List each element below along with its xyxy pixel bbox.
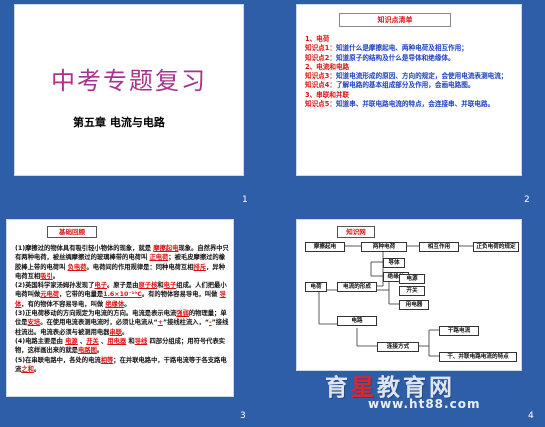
review-text: ”接线柱流入，“ [162,319,210,327]
slide-1-title: 中考专题复习 [51,67,207,95]
review-paragraph: (5)在串联电路中，各处的电流相等；在并联电路中，干路电流等于各支路电流之和。 [15,356,229,375]
review-paragraph: (3)正电荷移动的方向规定为电流的方向。电流是表示电流强弱的物理量；单位是安培。… [15,309,229,337]
review-text: 。在使用电流表测电流时，必须让电流从“ [40,319,158,327]
answer-blank: 1.6×10⁻¹⁹C [103,291,142,299]
knowledge-point-label: 知识点3： [305,72,336,81]
review-text: 和 [126,337,135,345]
answer-blank: 导线 [134,337,148,345]
knowledge-point-label: 知识点1： [305,44,336,53]
section-heading: 3、串联和并联 [305,90,350,99]
review-paragraph: (2)英国科学家汤姆孙发现了电子。原子是由原子核和电子组成。人们把最小电荷叫做元… [15,281,229,309]
answer-blank: 摩擦起电 [153,245,179,252]
knowledge-line: 知识点4：了解电路的基本组成部分及作用，会画电路图。 [305,81,517,90]
node-power: 电源 [399,274,425,284]
node-conductor: 导体 [383,258,405,268]
answer-blank: 强弱 [176,310,189,318]
review-text: 。有的物体容易导电，叫做 [141,291,220,299]
node-method: 连接方式 [377,342,419,352]
knowledge-point-label: 知识点2： [305,53,336,62]
section-heading: 1、电荷 [305,35,330,43]
review-text: ，它带的电量是 [59,291,104,299]
knowledge-line: 知识点1：知道什么是摩擦起电、两种电荷及相互作用； [305,44,517,53]
answer-blank: 电子 [94,282,107,290]
slide-1-canvas: 中考专题复习 第五章 电流与电路 [14,4,244,176]
answer-blank: 安培 [27,319,41,327]
knowledge-point-text: 知道原子的结构及什么是导体和绝缘体。 [335,53,455,62]
review-text: 。电荷间的作用规律是：同种电荷互相 [86,263,194,271]
node-charge: 电荷 [305,282,327,292]
answer-blank: 原子核 [138,282,158,290]
answer-blank: 正电荷 [149,254,169,262]
answer-blank: 元电荷 [40,291,60,299]
slide-number-4: 4 [528,411,534,421]
slide-3-canvas: 基础回顾 (1)摩擦过的物体具有吸引轻小物体的现象，就是 摩擦起电现象。自然界中… [6,219,234,397]
answer-blank: 电路图 [77,347,97,355]
answer-blank: 相等 [100,356,114,364]
review-text: 。 [124,300,131,308]
review-text: (2)英国科学家汤姆孙发现了 [15,282,95,290]
node-interaction: 相互作用 [419,242,459,252]
section-heading: 2、电流和电路 [305,62,350,71]
node-appliance: 用电器 [399,300,429,310]
review-text: 。原子是由 [107,282,139,290]
review-paragraph: (4)电路主要是由 电源 、开关 、用电器 和导线 四部分组成；用符号代表实物，… [15,337,229,356]
node-current-formation: 电流的形成 [337,282,377,292]
slide-3-tag: 基础回顾 [47,226,97,238]
slide-1-subtitle: 第五章 电流与电路 [73,116,165,129]
node-circuit: 电路 [337,316,377,326]
node-series-current: 干路电流 [439,326,479,336]
review-text: 、 [77,337,87,345]
knowledge-point-label: 知识点5： [305,100,336,109]
answer-blank: 负电荷 [67,263,87,271]
answer-blank: 绝缘体 [105,300,125,308]
node-friction: 摩擦起电 [305,242,345,252]
slide-number-3: 3 [240,411,246,421]
answer-blank: 电源 [65,337,78,345]
answer-blank: 排斥 [193,263,207,271]
node-switch: 开关 [399,286,425,296]
slide-number-2: 2 [524,195,530,205]
review-text: 。 [96,347,104,355]
knowledge-list: 1、电荷 知识点1：知道什么是摩擦起电、两种电荷及相互作用； 知识点2：知道原子的结… [305,35,517,109]
answer-blank: 用电器 [107,337,127,345]
answer-blank: 开关 [86,337,99,345]
node-parallel-current: 干、并联电路电流的特点 [439,352,517,362]
knowledge-line: 1、电荷 [305,35,517,44]
review-text: (4)电路主要是由 [15,337,66,345]
node-positive-negative: 正负电荷的规定 [473,242,519,252]
review-text: (5)在串联电路中，各处的电流 [15,356,101,364]
review-text: 。 [33,365,41,373]
answer-blank: 电子 [163,282,177,290]
slide-4-canvas: 知识网 摩擦起电 两种电荷 相互作用 正负电荷的规定 导体 电荷 绝缘体 电流的… [296,219,522,371]
watermark-brand-a: 育 [325,375,351,401]
review-paragraph: (1)摩擦过的物体具有吸引轻小物体的现象，就是 摩擦起电现象。自然界中只有两种电… [15,244,229,281]
slide-2-canvas: 知识点清单 1、电荷 知识点1：知道什么是摩擦起电、两种电荷及相互作用； 知识点2：… [296,4,522,176]
knowledge-point-text: 知道电流形成的原因、方向的规定，会使用电流表测电流； [335,72,508,81]
review-text: ，有的物体不容易导电，叫做 [21,300,106,308]
slide-2-header: 知识点清单 [339,13,451,27]
review-text: 。 [122,328,129,336]
review-text: (3)正电荷移动的方向规定为电流的方向。电流是表示电流 [15,310,177,318]
review-text: (1)摩擦过的物体具有吸引轻小物体的现象，就是 [15,245,154,252]
site-watermark-url: www.ht88.com [368,397,481,411]
knowledge-point-text: 了解电路的基本组成部分及作用，会画电路图。 [335,81,475,90]
node-two-charges: 两种电荷 [361,242,407,252]
knowledge-point-text: 知道什么是摩擦起电、两种电荷及相互作用； [335,44,468,53]
knowledge-line: 知识点2：知道原子的结构及什么是导体和绝缘体。 [305,54,517,63]
knowledge-point-text: 知道串、并联电路电流的特点，会连接串、并联电路。 [335,100,495,109]
knowledge-line: 3、串联和并联 [305,91,517,100]
review-paragraphs: (1)摩擦过的物体具有吸引轻小物体的现象，就是 摩擦起电现象。自然界中只有两种电… [15,244,229,374]
answer-blank: 之和 [21,365,34,373]
slide-number-1: 1 [242,195,248,205]
knowledge-line: 知识点5：知道串、并联电路电流的特点，会连接串、并联电路。 [305,100,517,109]
knowledge-point-label: 知识点4： [305,81,336,90]
review-text: 。 [52,272,60,280]
answer-blank: 串联 [109,328,123,336]
knowledge-line: 2、电流和电路 [305,63,517,72]
answer-blank: 吸引 [40,272,53,280]
